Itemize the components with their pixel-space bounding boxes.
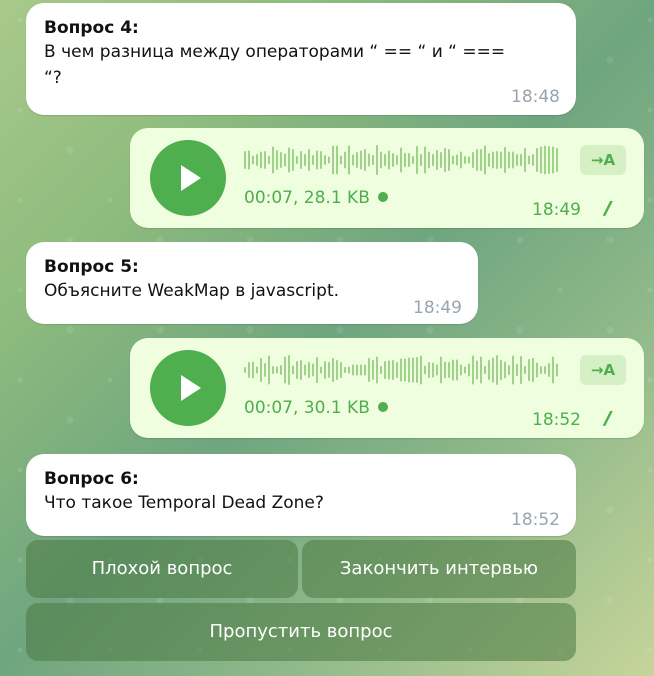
message-time: 18:52	[532, 410, 581, 430]
message-time: 18:49	[532, 200, 581, 220]
voice-duration-size: 00:07, 30.1 KB	[244, 398, 388, 418]
play-button[interactable]	[150, 140, 226, 216]
voice-message: →A 00:07, 28.1 KB 18:49 //	[130, 128, 644, 228]
play-button[interactable]	[150, 350, 226, 426]
question-title: Вопрос 5:	[44, 257, 139, 277]
question-text: Объясните WeakMap в javascript.	[44, 281, 340, 301]
voice-waveform[interactable]	[244, 354, 560, 386]
transcribe-button[interactable]: →A	[580, 355, 626, 385]
transcribe-button[interactable]: →A	[580, 145, 626, 175]
voice-info-text: 00:07, 30.1 KB	[244, 398, 370, 418]
message-time: 18:49	[413, 298, 462, 318]
question-title: Вопрос 4:	[44, 18, 139, 38]
bot-message-question-6: Вопрос 6: Что такое Temporal Dead Zone? …	[26, 454, 576, 536]
question-text-continued: “?	[44, 68, 62, 88]
message-time: 18:48	[511, 87, 560, 107]
voice-duration-size: 00:07, 28.1 KB	[244, 188, 388, 208]
question-text: Что такое Temporal Dead Zone?	[44, 493, 324, 513]
message-time: 18:52	[511, 510, 560, 530]
read-checkmarks-icon: //	[604, 408, 611, 429]
question-text: В чем разница между операторами “ == “ и…	[44, 42, 506, 62]
voice-waveform[interactable]	[244, 144, 560, 176]
voice-message: →A 00:07, 30.1 KB 18:52 //	[130, 338, 644, 438]
skip-question-button[interactable]: Пропустить вопрос	[26, 603, 576, 661]
unplayed-dot	[377, 192, 388, 202]
bot-message-question-4: Вопрос 4: В чем разница между операторам…	[26, 3, 576, 115]
question-title: Вопрос 6:	[44, 469, 139, 489]
bot-message-question-5: Вопрос 5: Объясните WeakMap в javascript…	[26, 242, 478, 324]
voice-info-text: 00:07, 28.1 KB	[244, 188, 370, 208]
unplayed-dot	[377, 402, 388, 412]
read-checkmarks-icon: //	[604, 198, 611, 219]
bad-question-button[interactable]: Плохой вопрос	[26, 540, 298, 598]
finish-interview-button[interactable]: Закончить интервью	[302, 540, 576, 598]
